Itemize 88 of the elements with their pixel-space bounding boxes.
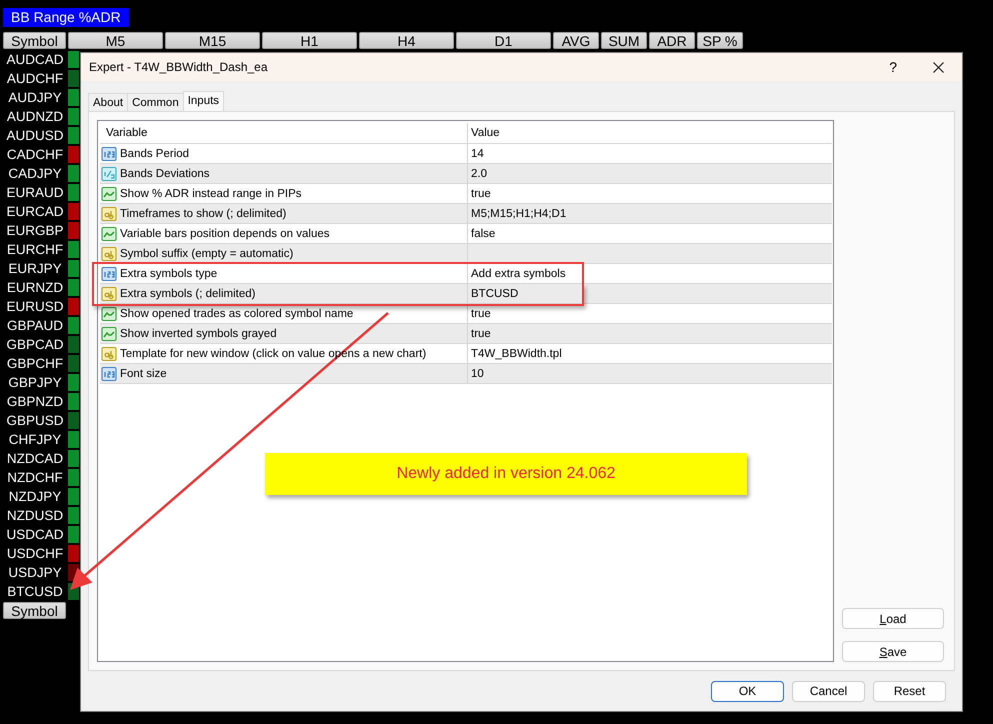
symbol-name[interactable]: NZDJPY xyxy=(3,487,67,506)
indicator-label: BB Range %ADR xyxy=(3,8,129,27)
number-type-icon xyxy=(101,366,117,382)
toggle-type-icon xyxy=(101,186,117,202)
tab[interactable]: About xyxy=(88,93,128,111)
variable-value[interactable]: T4W_BBWidth.tpl xyxy=(471,348,562,360)
dialog-button[interactable]: OK xyxy=(711,680,784,702)
column-header: Variable xyxy=(105,127,148,139)
variable-name: Font size xyxy=(120,368,167,380)
variable-value[interactable]: BTCUSD xyxy=(471,288,518,300)
column-header-button[interactable]: AVG xyxy=(553,32,599,49)
symbol-name[interactable]: AUDNZD xyxy=(3,107,67,126)
variable-name: Bands Deviations xyxy=(120,168,210,180)
dialog-button[interactable]: Cancel xyxy=(792,680,865,702)
variable-name: Show inverted symbols grayed xyxy=(120,328,277,340)
symbol-name[interactable]: USDCHF xyxy=(3,544,67,563)
symbol-name[interactable]: EURAUD xyxy=(3,183,67,202)
close-icon[interactable] xyxy=(933,62,944,72)
symbol-name[interactable]: AUDUSD xyxy=(3,126,67,145)
variable-value[interactable]: true xyxy=(471,308,491,320)
symbol-name[interactable]: EURGBP xyxy=(3,221,67,240)
symbol-name[interactable]: GBPAUD xyxy=(3,316,67,335)
symbol-name[interactable]: GBPCAD xyxy=(3,335,67,354)
symbol-name[interactable]: GBPJPY xyxy=(3,373,67,392)
symbol-name[interactable]: NZDUSD xyxy=(3,506,67,525)
toggle-type-icon xyxy=(101,306,117,322)
symbol-name[interactable]: USDJPY xyxy=(3,563,67,582)
variable-value[interactable]: false xyxy=(471,228,496,240)
column-header: Value xyxy=(471,127,500,139)
symbol-name[interactable]: EURNZD xyxy=(3,278,67,297)
variable-name: Extra symbols type xyxy=(120,268,218,280)
number-type-icon xyxy=(101,146,117,162)
number-type-icon xyxy=(101,266,117,282)
variable-value[interactable]: M5;M15;H1;H4;D1 xyxy=(471,208,566,220)
column-header-button[interactable]: ADR xyxy=(649,32,695,49)
variable-value[interactable]: true xyxy=(471,328,491,340)
variable-name: Bands Period xyxy=(120,148,190,160)
annotation-note: Newly added in version 24.062 xyxy=(265,453,747,495)
column-header-button[interactable]: SP % xyxy=(697,32,743,49)
text-type-icon xyxy=(101,246,117,262)
window-title: Expert - T4W_BBWidth_Dash_ea xyxy=(89,60,269,74)
symbol-name[interactable]: AUDCHF xyxy=(3,69,67,88)
symbol-name[interactable]: NZDCHF xyxy=(3,468,67,487)
side-button[interactable]: Save xyxy=(842,641,944,662)
column-header-button[interactable]: D1 xyxy=(456,32,551,49)
side-button[interactable]: Load xyxy=(842,608,944,629)
symbol-name[interactable]: EURCHF xyxy=(3,240,67,259)
dialog-button[interactable]: Reset xyxy=(873,680,946,702)
symbol-name[interactable]: EURCAD xyxy=(3,202,67,221)
variable-value[interactable]: 10 xyxy=(471,368,484,380)
variable-value[interactable]: 2.0 xyxy=(471,168,487,180)
symbol-name[interactable]: GBPNZD xyxy=(3,392,67,411)
column-header-button[interactable]: M15 xyxy=(165,32,260,49)
tab[interactable]: Inputs xyxy=(182,91,224,111)
symbol-name[interactable]: GBPUSD xyxy=(3,411,67,430)
symbol-button[interactable]: Symbol xyxy=(3,602,66,619)
variable-value[interactable]: true xyxy=(471,188,491,200)
variable-name: Show % ADR instead range in PIPs xyxy=(120,188,302,200)
variable-name: Extra symbols (; delimited) xyxy=(120,288,256,300)
symbol-name[interactable]: EURJPY xyxy=(3,259,67,278)
help-button[interactable]: ? xyxy=(889,59,897,75)
variable-value[interactable]: Add extra symbols xyxy=(471,268,566,280)
column-header-button[interactable]: M5 xyxy=(68,32,163,49)
symbol-name[interactable]: CADJPY xyxy=(3,164,67,183)
symbol-name[interactable]: BTCUSD xyxy=(3,582,67,601)
symbol-name[interactable]: CHFJPY xyxy=(3,430,67,449)
symbol-name[interactable]: EURUSD xyxy=(3,297,67,316)
variable-name: Variable bars position depends on values xyxy=(120,228,330,240)
text-type-icon xyxy=(101,286,117,302)
text-type-icon xyxy=(101,346,117,362)
column-header-button[interactable]: H1 xyxy=(262,32,357,49)
toggle-type-icon xyxy=(101,226,117,242)
variable-name: Show opened trades as colored symbol name xyxy=(120,308,354,320)
symbol-name[interactable]: GBPCHF xyxy=(3,354,67,373)
text-type-icon xyxy=(101,206,117,222)
toggle-type-icon xyxy=(101,326,117,342)
column-header-button[interactable]: SUM xyxy=(601,32,647,49)
number-type-icon xyxy=(101,166,117,182)
symbol-name[interactable]: CADCHF xyxy=(3,145,67,164)
symbol-name[interactable]: AUDCAD xyxy=(3,50,67,69)
variable-name: Symbol suffix (empty = automatic) xyxy=(120,248,294,260)
symbol-name[interactable]: USDCAD xyxy=(3,525,67,544)
symbol-name[interactable]: NZDCAD xyxy=(3,449,67,468)
column-header-button[interactable]: H4 xyxy=(359,32,454,49)
column-header-button[interactable]: Symbol xyxy=(3,32,66,49)
symbol-name[interactable]: AUDJPY xyxy=(3,88,67,107)
variable-value[interactable]: 14 xyxy=(471,148,484,160)
variable-name: Timeframes to show (; delimited) xyxy=(120,208,286,220)
